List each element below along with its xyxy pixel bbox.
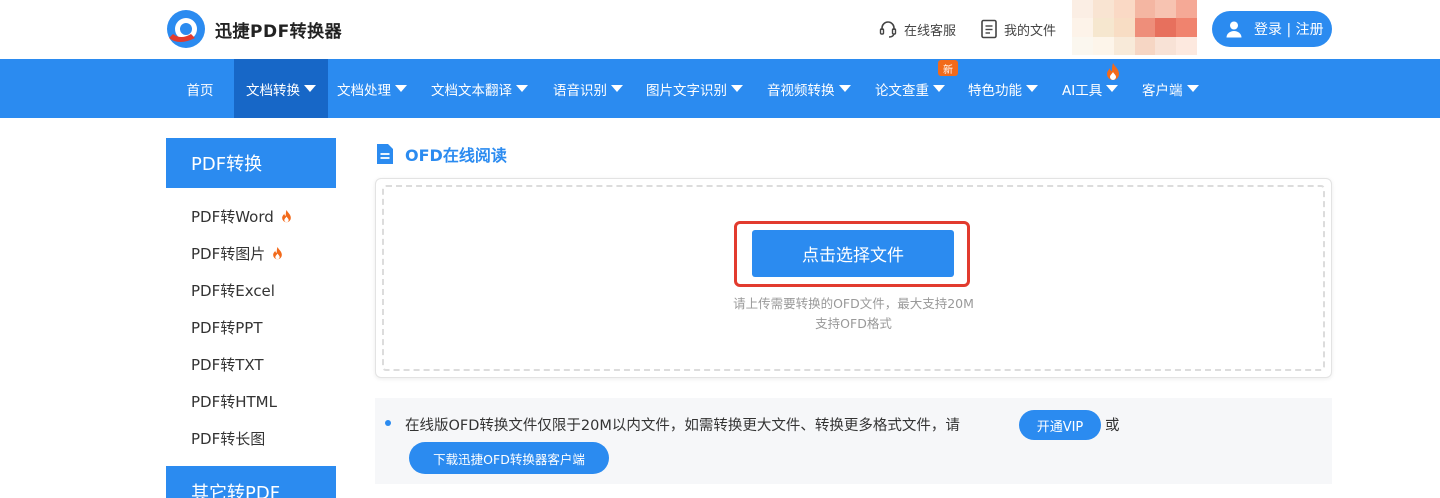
caret-down-icon — [611, 85, 623, 92]
notice-text: 在线版OFD转换文件仅限于20M以内文件，如需转换更大文件、转换更多格式文件，请 — [405, 418, 960, 434]
nav-doc-process[interactable]: 文档处理 — [337, 59, 407, 118]
nav-label: AI工具 — [1062, 82, 1103, 99]
nav-home[interactable]: 首页 — [176, 59, 224, 118]
online-service-link[interactable]: 在线客服 — [878, 19, 956, 39]
my-files-label: 我的文件 — [1004, 23, 1057, 39]
caret-down-icon — [304, 85, 316, 92]
nav-label: 客户端 — [1142, 82, 1183, 99]
open-vip-button[interactable]: 开通VIP — [1019, 410, 1101, 440]
sidebar-item-label: PDF转TXT — [191, 356, 264, 374]
sidebar-section-label: 其它转PDF — [191, 483, 281, 498]
online-service-label: 在线客服 — [904, 23, 957, 39]
sidebar-item-label: PDF转图片 — [191, 245, 266, 263]
upload-hint: 请上传需要转换的OFD文件，最大支持20M — [733, 296, 974, 311]
main-nav: 首页 文档转换 文档处理 文档文本翻译 语音识别 图片文字识别 音视频转换 论文… — [0, 59, 1440, 118]
sidebar-item-label: PDF转HTML — [191, 393, 277, 411]
nav-label: 语音识别 — [553, 82, 607, 99]
or-text: 或 — [1105, 418, 1120, 434]
fire-icon — [281, 210, 291, 223]
sidebar-section-other-to-pdf: 其它转PDF — [166, 466, 336, 498]
bullet-dot — [385, 420, 391, 426]
user-icon — [1226, 21, 1242, 38]
sidebar-item-label: PDF转长图 — [191, 430, 266, 448]
page-title: OFD在线阅读 — [375, 142, 507, 166]
caret-down-icon — [933, 85, 945, 92]
sidebar-item-pdf-to-long-image[interactable]: PDF转长图 — [191, 420, 265, 457]
my-files-link[interactable]: 我的文件 — [980, 19, 1056, 39]
file-list-icon — [981, 19, 997, 39]
nav-speech-recognition[interactable]: 语音识别 — [553, 59, 623, 118]
nav-image-ocr[interactable]: 图片文字识别 — [646, 59, 743, 118]
sidebar-item-pdf-to-image[interactable]: PDF转图片 — [191, 235, 284, 272]
sidebar-item-pdf-to-html[interactable]: PDF转HTML — [191, 383, 277, 420]
nav-doc-convert[interactable]: 文档转换 — [234, 59, 328, 118]
caret-down-icon — [1026, 85, 1038, 92]
headset-icon — [879, 21, 897, 38]
document-icon — [377, 144, 393, 164]
sidebar-item-pdf-to-txt[interactable]: PDF转TXT — [191, 346, 264, 383]
fire-icon — [1107, 63, 1119, 80]
login-register-label: 登录 | 注册 — [1254, 22, 1324, 38]
sidebar-item-label: PDF转Word — [191, 208, 274, 226]
sidebar-item-pdf-to-excel[interactable]: PDF转Excel — [191, 272, 275, 309]
caret-down-icon — [395, 85, 407, 92]
new-badge: 新 — [938, 60, 958, 76]
nav-paper-check[interactable]: 论文查重 — [875, 59, 945, 118]
nav-label: 文档转换 — [246, 82, 300, 99]
sidebar-section-pdf-convert: PDF转换 — [166, 138, 336, 188]
nav-label: 论文查重 — [875, 82, 929, 99]
nav-av-convert[interactable]: 音视频转换 — [767, 59, 851, 118]
nav-label: 文档文本翻译 — [431, 82, 512, 99]
sidebar-item-label: PDF转Excel — [191, 282, 275, 300]
login-register-button[interactable]: 登录 | 注册 — [1212, 11, 1332, 47]
fire-icon — [273, 247, 283, 260]
caret-down-icon — [838, 85, 851, 92]
page-title-text: OFD在线阅读 — [405, 146, 507, 165]
caret-down-icon — [1106, 85, 1119, 92]
download-client-button[interactable]: 下载迅捷OFD转换器客户端 — [409, 442, 609, 474]
logo-text: 迅捷PDF转换器 — [215, 21, 343, 42]
blurred-user-image — [1072, 0, 1197, 55]
caret-down-icon — [516, 85, 528, 92]
nav-label: 图片文字识别 — [646, 82, 727, 99]
sidebar-item-label: PDF转PPT — [191, 319, 263, 337]
caret-down-icon — [1186, 85, 1199, 92]
nav-features[interactable]: 特色功能 — [968, 59, 1038, 118]
nav-client[interactable]: 客户端 — [1142, 59, 1199, 118]
logo-icon — [165, 8, 207, 50]
nav-label: 首页 — [186, 82, 214, 99]
select-file-button[interactable]: 点击选择文件 — [752, 230, 954, 277]
site-logo[interactable]: 迅捷PDF转换器 — [165, 8, 342, 50]
nav-label: 文档处理 — [337, 82, 391, 99]
sidebar-item-pdf-to-word[interactable]: PDF转Word — [191, 198, 293, 235]
caret-down-icon — [731, 85, 743, 92]
notice-panel: 在线版OFD转换文件仅限于20M以内文件，如需转换更大文件、转换更多格式文件，请… — [375, 398, 1332, 484]
nav-label: 特色功能 — [968, 82, 1022, 99]
nav-label: 音视频转换 — [767, 82, 835, 99]
sidebar-list: PDF转Word PDF转图片 PDF转Excel PDF转PPT PDF转TX… — [166, 188, 336, 466]
format-hint: 支持OFD格式 — [815, 316, 892, 331]
sidebar-item-pdf-to-ppt[interactable]: PDF转PPT — [191, 309, 262, 346]
nav-doc-translate[interactable]: 文档文本翻译 — [431, 59, 528, 118]
top-header: 迅捷PDF转换器 在线客服 我的文件 登录 | 注册 — [0, 0, 1440, 59]
